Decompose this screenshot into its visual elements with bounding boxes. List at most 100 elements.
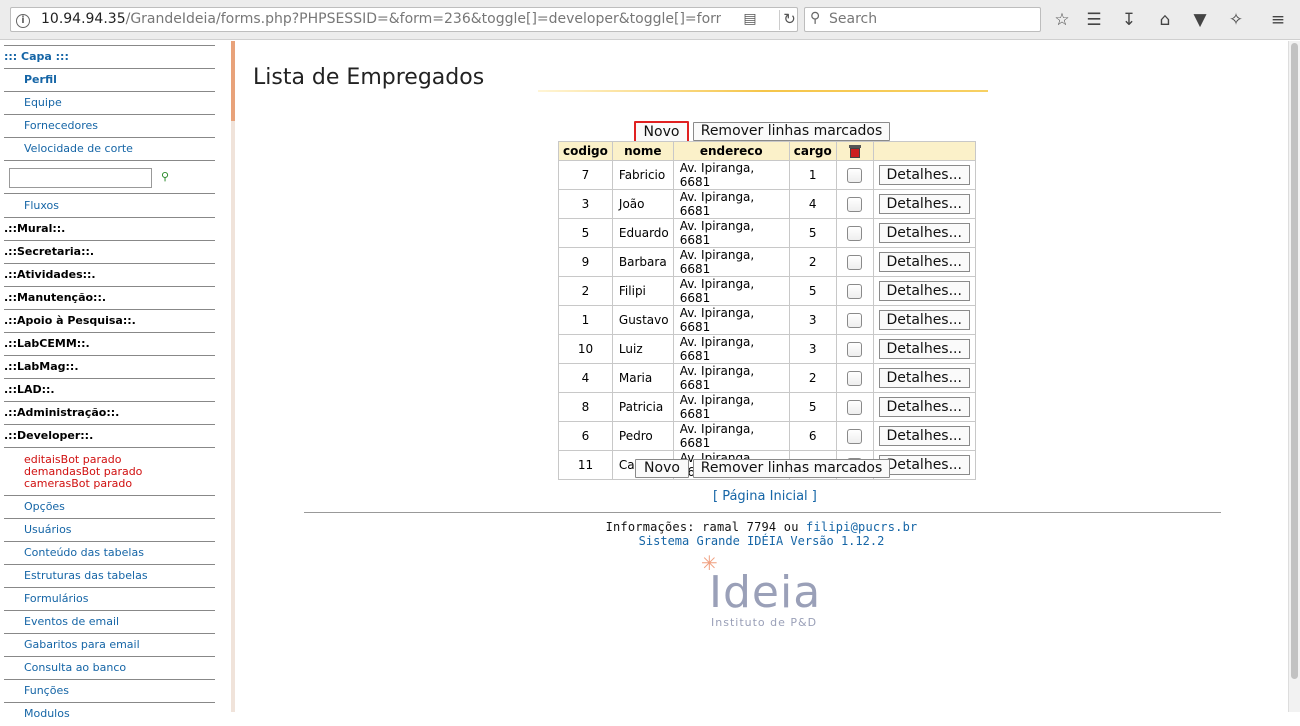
sidebar-item-equipe[interactable]: Equipe xyxy=(4,92,215,115)
search-go-icon[interactable]: ⚲ xyxy=(161,170,175,184)
title-underline xyxy=(538,90,988,92)
row-checkbox[interactable] xyxy=(847,312,863,328)
cell-select xyxy=(835,392,874,422)
extension-icon[interactable]: ✧ xyxy=(1224,8,1248,32)
cell-endereco: Av. Ipiranga, 6681 xyxy=(672,160,790,190)
sidebar-item-fornecedores[interactable]: Fornecedores xyxy=(4,115,215,138)
cell-codigo: 1 xyxy=(558,305,613,335)
cell-codigo: 11 xyxy=(558,450,613,480)
sidebar-section-apoio[interactable]: .::Apoio à Pesquisa::. xyxy=(4,310,215,333)
sidebar-section-atividades[interactable]: .::Atividades::. xyxy=(4,264,215,287)
cell-select xyxy=(835,160,874,190)
row-checkbox[interactable] xyxy=(847,428,863,444)
search-icon: ⚲ xyxy=(810,10,821,26)
col-header-cargo[interactable]: cargo xyxy=(788,141,837,161)
info-icon[interactable]: i xyxy=(13,10,33,30)
sidebar-item-opcoes[interactable]: Opções xyxy=(4,496,215,519)
footer-version[interactable]: Sistema Grande IDÉIA Versão 1.12.2 xyxy=(235,534,1288,548)
url-text[interactable]: 10.94.94.35/GrandeIdeia/forms.php?PHPSES… xyxy=(41,11,721,27)
cell-nome: Filipi xyxy=(611,276,674,306)
sidebar-section-lad[interactable]: .::LAD::. xyxy=(4,379,215,402)
scrollbar-thumb[interactable] xyxy=(1291,43,1298,679)
cell-nome: Maria xyxy=(611,363,674,393)
sidebar-item-fluxos[interactable]: Fluxos xyxy=(4,195,215,218)
reading-list-icon[interactable]: ☰ xyxy=(1082,8,1106,32)
sidebar-item-eventos-email[interactable]: Eventos de email xyxy=(4,611,215,634)
reader-view-icon[interactable]: ▤ xyxy=(739,11,761,29)
details-button[interactable]: Detalhes... xyxy=(878,339,970,359)
sidebar-item-funcoes[interactable]: Funções xyxy=(4,680,215,703)
details-button[interactable]: Detalhes... xyxy=(878,310,970,330)
reload-icon[interactable]: ↻ xyxy=(779,10,799,30)
sidebar-item-formularios[interactable]: Formulários xyxy=(4,588,215,611)
bot-status-cameras: camerasBot parado xyxy=(24,477,133,490)
details-button[interactable]: Detalhes... xyxy=(878,281,970,301)
page-content: ::: Capa ::: Perfil Equipe Fornecedores … xyxy=(0,41,1300,720)
remover-button-top[interactable]: Remover linhas marcados xyxy=(693,122,890,141)
footer-email-link[interactable]: filipi@pucrs.br xyxy=(806,520,917,534)
download-icon[interactable]: ↧ xyxy=(1117,8,1141,32)
search-bar[interactable]: ⚲ Search xyxy=(804,7,1041,32)
cell-cargo: 3 xyxy=(788,334,837,364)
details-button[interactable]: Detalhes... xyxy=(878,455,970,475)
cell-actions: Detalhes... xyxy=(872,421,976,451)
cell-nome: Fabricio xyxy=(611,160,674,190)
cell-endereco: Av. Ipiranga, 6681 xyxy=(672,334,790,364)
employees-table: codigo nome endereco cargo 7 Fabricio Av. … xyxy=(558,141,976,480)
row-checkbox[interactable] xyxy=(847,254,863,270)
sidebar-item-estruturas-tabelas[interactable]: Estruturas das tabelas xyxy=(4,565,215,588)
sidebar-item-velocidade[interactable]: Velocidade de corte xyxy=(4,138,215,161)
sidebar-section-labcemm[interactable]: .::LabCEMM::. xyxy=(4,333,215,356)
trash-icon xyxy=(848,144,862,159)
cell-endereco: Av. Ipiranga, 6681 xyxy=(672,276,790,306)
sidebar-item-usuarios[interactable]: Usuários xyxy=(4,519,215,542)
cell-select xyxy=(835,189,874,219)
cell-codigo: 4 xyxy=(558,363,613,393)
pagina-inicial-link[interactable]: [ Página Inicial ] xyxy=(713,489,817,504)
page-scrollbar[interactable] xyxy=(1288,41,1300,712)
row-checkbox[interactable] xyxy=(847,341,863,357)
sidebar-section-developer[interactable]: .::Developer::. xyxy=(4,425,215,448)
cell-select xyxy=(835,218,874,248)
pocket-icon[interactable]: ▼ xyxy=(1188,8,1212,32)
sidebar-item-conteudo-tabelas[interactable]: Conteúdo das tabelas xyxy=(4,542,215,565)
row-checkbox[interactable] xyxy=(847,196,863,212)
sidebar-item-consulta-banco[interactable]: Consulta ao banco xyxy=(4,657,215,680)
row-checkbox[interactable] xyxy=(847,399,863,415)
remover-button-bottom[interactable]: Remover linhas marcados xyxy=(693,459,890,478)
cell-actions: Detalhes... xyxy=(872,160,976,190)
sidebar-search-input[interactable] xyxy=(9,168,152,188)
home-icon[interactable]: ⌂ xyxy=(1153,8,1177,32)
sidebar-section-secretaria[interactable]: .::Secretaria::. xyxy=(4,241,215,264)
details-button[interactable]: Detalhes... xyxy=(878,426,970,446)
details-button[interactable]: Detalhes... xyxy=(878,368,970,388)
cell-codigo: 6 xyxy=(558,421,613,451)
details-button[interactable]: Detalhes... xyxy=(878,223,970,243)
sidebar-item-capa[interactable]: ::: Capa ::: xyxy=(4,46,215,69)
row-checkbox[interactable] xyxy=(847,283,863,299)
menu-icon[interactable]: ≡ xyxy=(1266,8,1290,32)
sidebar-section-administracao[interactable]: .::Administração::. xyxy=(4,402,215,425)
bookmark-star-icon[interactable]: ☆ xyxy=(1050,8,1074,32)
sidebar-section-manutencao[interactable]: .::Manutenção::. xyxy=(4,287,215,310)
col-header-codigo[interactable]: codigo xyxy=(558,141,613,161)
address-bar[interactable]: i 10.94.94.35/GrandeIdeia/forms.php?PHPS… xyxy=(10,7,798,32)
row-checkbox[interactable] xyxy=(847,167,863,183)
cell-codigo: 10 xyxy=(558,334,613,364)
row-checkbox[interactable] xyxy=(847,370,863,386)
details-button[interactable]: Detalhes... xyxy=(878,194,970,214)
novo-button-top[interactable]: Novo xyxy=(634,121,689,143)
details-button[interactable]: Detalhes... xyxy=(878,397,970,417)
col-header-endereco[interactable]: endereco xyxy=(672,141,790,161)
sidebar-section-labmag[interactable]: .::LabMag::. xyxy=(4,356,215,379)
details-button[interactable]: Detalhes... xyxy=(878,165,970,185)
sidebar-section-mural[interactable]: .::Mural::. xyxy=(4,218,215,241)
row-checkbox[interactable] xyxy=(847,225,863,241)
col-header-nome[interactable]: nome xyxy=(611,141,674,161)
details-button[interactable]: Detalhes... xyxy=(878,252,970,272)
table-row: 6 Pedro Av. Ipiranga, 6681 6 Detalhes... xyxy=(558,421,976,451)
novo-button-bottom[interactable]: Novo xyxy=(635,459,689,478)
sidebar-item-modulos[interactable]: Modulos xyxy=(4,703,215,726)
sidebar-item-gabaritos-email[interactable]: Gabaritos para email xyxy=(4,634,215,657)
sidebar-item-perfil[interactable]: Perfil xyxy=(4,69,215,92)
